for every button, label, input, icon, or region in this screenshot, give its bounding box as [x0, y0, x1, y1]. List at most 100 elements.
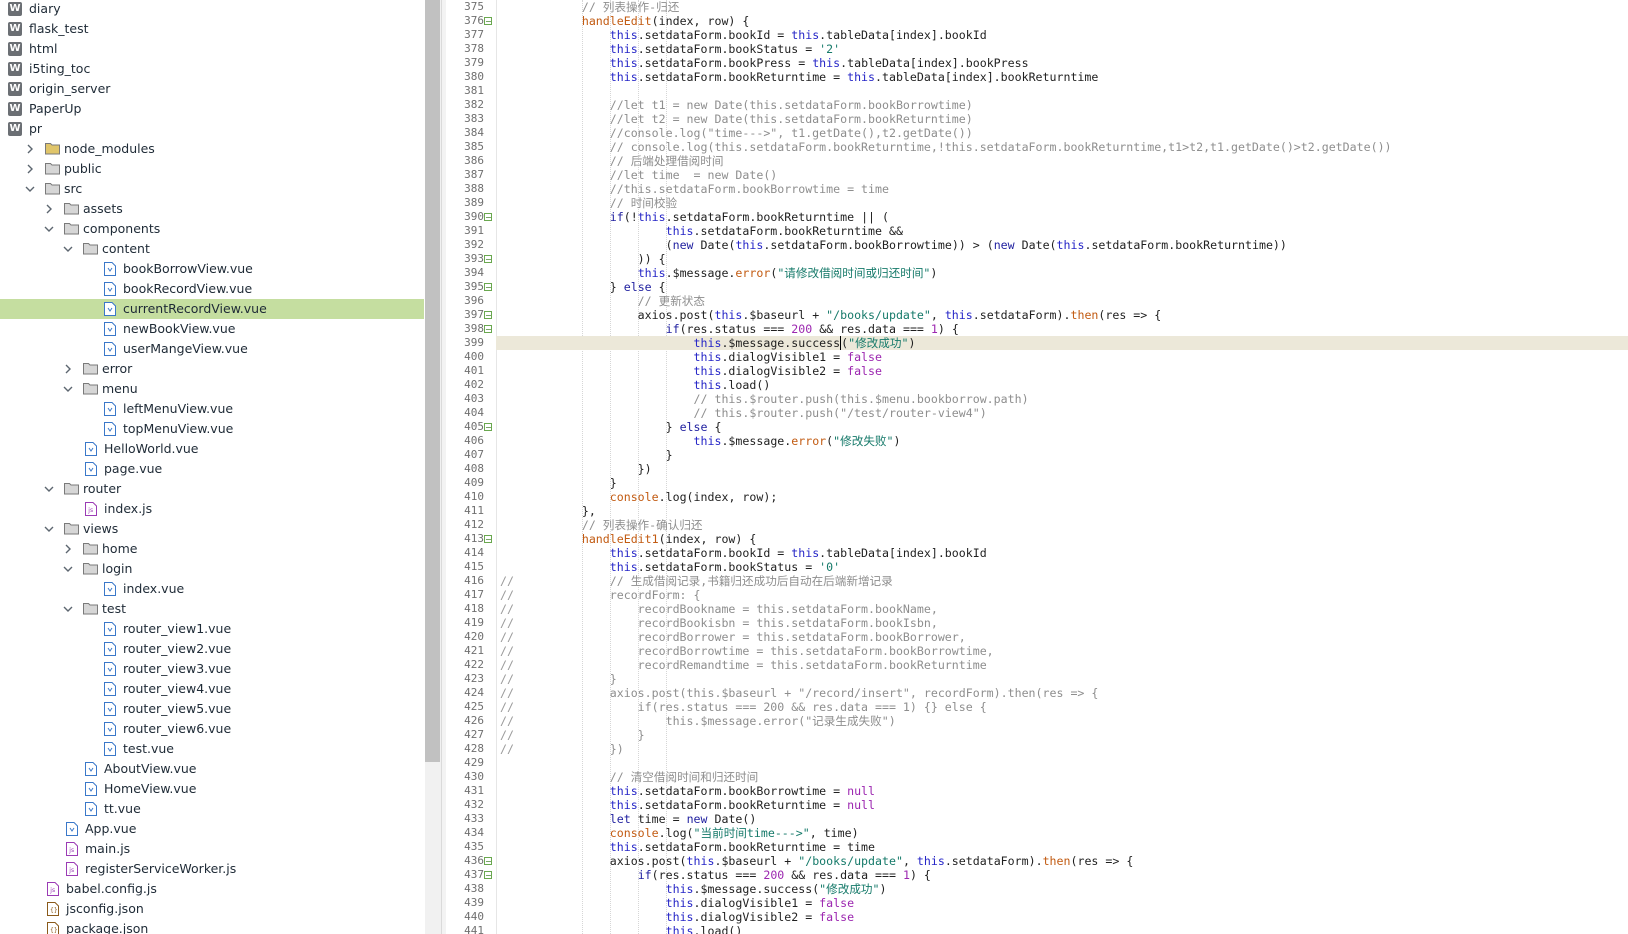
- tree-item[interactable]: Worigin_server: [0, 79, 424, 99]
- tree-item[interactable]: test: [0, 599, 424, 619]
- tree-item[interactable]: topMenuView.vue: [0, 419, 424, 439]
- fold-toggle-icon[interactable]: −: [484, 311, 492, 320]
- code-line[interactable]: if(res.status === 200 && res.data === 1)…: [496, 322, 1628, 336]
- fold-toggle-icon[interactable]: −: [484, 325, 492, 334]
- tree-item[interactable]: tt.vue: [0, 799, 424, 819]
- chevron-down-icon[interactable]: [43, 219, 55, 239]
- tree-item[interactable]: assets: [0, 199, 424, 219]
- tree-item[interactable]: leftMenuView.vue: [0, 399, 424, 419]
- code-line[interactable]: this.setdataForm.bookStatus = '0': [496, 560, 1628, 574]
- code-line[interactable]: // console.log(this.setdataForm.bookRetu…: [496, 140, 1628, 154]
- code-line[interactable]: console.log("当前时间time--->", time): [496, 826, 1628, 840]
- code-line[interactable]: // }: [496, 672, 1628, 686]
- code-line[interactable]: //let t1 = new Date(this.setdataForm.boo…: [496, 98, 1628, 112]
- code-line[interactable]: //let t2 = new Date(this.setdataForm.boo…: [496, 112, 1628, 126]
- code-line[interactable]: // this.$router.push("/test/router-view4…: [496, 406, 1628, 420]
- tree-item[interactable]: test.vue: [0, 739, 424, 759]
- code-line[interactable]: // recordRemandtime = this.setdataForm.b…: [496, 658, 1628, 672]
- code-line[interactable]: // recordBookisbn = this.setdataForm.boo…: [496, 616, 1628, 630]
- code-line[interactable]: },: [496, 504, 1628, 518]
- code-line[interactable]: //this.setdataForm.bookBorrowtime = time: [496, 182, 1628, 196]
- tree-item[interactable]: node_modules: [0, 139, 424, 159]
- chevron-right-icon[interactable]: [62, 359, 74, 379]
- code-line[interactable]: }: [496, 448, 1628, 462]
- tree-item[interactable]: page.vue: [0, 459, 424, 479]
- tree-item[interactable]: Wpr: [0, 119, 424, 139]
- tree-item[interactable]: router_view1.vue: [0, 619, 424, 639]
- tree-item[interactable]: Wi5ting_toc: [0, 59, 424, 79]
- code-line[interactable]: // recordBorrowtime = this.setdataForm.b…: [496, 644, 1628, 658]
- code-line[interactable]: this.setdataForm.bookReturntime &&: [496, 224, 1628, 238]
- code-line[interactable]: this.setdataForm.bookStatus = '2': [496, 42, 1628, 56]
- tree-item[interactable]: public: [0, 159, 424, 179]
- code-line[interactable]: this.setdataForm.bookReturntime = time: [496, 840, 1628, 854]
- tree-item[interactable]: userMangeView.vue: [0, 339, 424, 359]
- tree-item[interactable]: js registerServiceWorker.js: [0, 859, 424, 879]
- tree-item[interactable]: AboutView.vue: [0, 759, 424, 779]
- code-line[interactable]: }): [496, 462, 1628, 476]
- code-line[interactable]: }: [496, 476, 1628, 490]
- fold-toggle-icon[interactable]: −: [484, 871, 492, 880]
- code-line[interactable]: //let time = new Date(): [496, 168, 1628, 182]
- tree-item[interactable]: index.vue: [0, 579, 424, 599]
- tree-item[interactable]: src: [0, 179, 424, 199]
- code-line[interactable]: handleEdit1(index, row) {: [496, 532, 1628, 546]
- tree-item[interactable]: App.vue: [0, 819, 424, 839]
- tree-item[interactable]: error: [0, 359, 424, 379]
- tree-item[interactable]: HelloWorld.vue: [0, 439, 424, 459]
- code-line[interactable]: this.$message.success("修改成功"): [496, 882, 1628, 896]
- fold-toggle-icon[interactable]: −: [484, 17, 492, 26]
- tree-item[interactable]: router: [0, 479, 424, 499]
- code-editor[interactable]: 375 376−377 378 379 380 381 382 383 384 385 386 387…: [446, 0, 1628, 934]
- tree-item[interactable]: js main.js: [0, 839, 424, 859]
- tree-item[interactable]: router_view6.vue: [0, 719, 424, 739]
- code-line[interactable]: if(res.status === 200 && res.data === 1)…: [496, 868, 1628, 882]
- code-line[interactable]: console.log(index, row);: [496, 490, 1628, 504]
- chevron-right-icon[interactable]: [24, 159, 36, 179]
- code-line[interactable]: // }: [496, 728, 1628, 742]
- code-line[interactable]: )) {: [496, 252, 1628, 266]
- chevron-down-icon[interactable]: [62, 239, 74, 259]
- code-line[interactable]: this.dialogVisible2 = false: [496, 364, 1628, 378]
- code-line[interactable]: axios.post(this.$baseurl + "/books/updat…: [496, 308, 1628, 322]
- code-line[interactable]: //console.log("time--->", t1.getDate(),t…: [496, 126, 1628, 140]
- chevron-down-icon[interactable]: [24, 179, 36, 199]
- code-line[interactable]: this.dialogVisible1 = false: [496, 896, 1628, 910]
- fold-toggle-icon[interactable]: −: [484, 283, 492, 292]
- code-line[interactable]: handleEdit(index, row) {: [496, 14, 1628, 28]
- tree-item[interactable]: Wflask_test: [0, 19, 424, 39]
- chevron-right-icon[interactable]: [43, 199, 55, 219]
- fold-toggle-icon[interactable]: −: [484, 857, 492, 866]
- code-line[interactable]: this.setdataForm.bookPress = this.tableD…: [496, 56, 1628, 70]
- code-line[interactable]: this.setdataForm.bookReturntime = null: [496, 798, 1628, 812]
- code-area[interactable]: // 列表操作-归还 handleEdit(index, row) { this…: [496, 0, 1628, 934]
- code-line[interactable]: // 后端处理借阅时间: [496, 154, 1628, 168]
- tree-item[interactable]: router_view3.vue: [0, 659, 424, 679]
- chevron-right-icon[interactable]: [24, 139, 36, 159]
- code-line[interactable]: // 清空借阅时间和归还时间: [496, 770, 1628, 784]
- tree-item[interactable]: content: [0, 239, 424, 259]
- code-line[interactable]: this.dialogVisible1 = false: [496, 350, 1628, 364]
- code-line[interactable]: // 列表操作-归还: [496, 0, 1628, 14]
- chevron-right-icon[interactable]: [62, 539, 74, 559]
- tree-item[interactable]: {} jsconfig.json: [0, 899, 424, 919]
- code-line[interactable]: [496, 756, 1628, 770]
- code-line[interactable]: let time = new Date(): [496, 812, 1628, 826]
- tree-item[interactable]: login: [0, 559, 424, 579]
- tree-item[interactable]: bookRecordView.vue: [0, 279, 424, 299]
- chevron-down-icon[interactable]: [62, 599, 74, 619]
- fold-toggle-icon[interactable]: −: [484, 535, 492, 544]
- code-line[interactable]: this.setdataForm.bookReturntime = this.t…: [496, 70, 1628, 84]
- code-line[interactable]: this.load(): [496, 924, 1628, 934]
- chevron-down-icon[interactable]: [43, 519, 55, 539]
- tree-item[interactable]: Wdiary: [0, 0, 424, 19]
- code-line[interactable]: this.load(): [496, 378, 1628, 392]
- code-line[interactable]: this.$message.error("请修改借阅时间或归还时间"): [496, 266, 1628, 280]
- tree-item[interactable]: router_view5.vue: [0, 699, 424, 719]
- code-line[interactable]: // }): [496, 742, 1628, 756]
- code-line[interactable]: // recordBookname = this.setdataForm.boo…: [496, 602, 1628, 616]
- code-line[interactable]: // // 生成借阅记录,书籍归还成功后自动在后端新增记录: [496, 574, 1628, 588]
- tree-item[interactable]: HomeView.vue: [0, 779, 424, 799]
- tree-item[interactable]: bookBorrowView.vue: [0, 259, 424, 279]
- tree-item[interactable]: currentRecordView.vue: [0, 299, 424, 319]
